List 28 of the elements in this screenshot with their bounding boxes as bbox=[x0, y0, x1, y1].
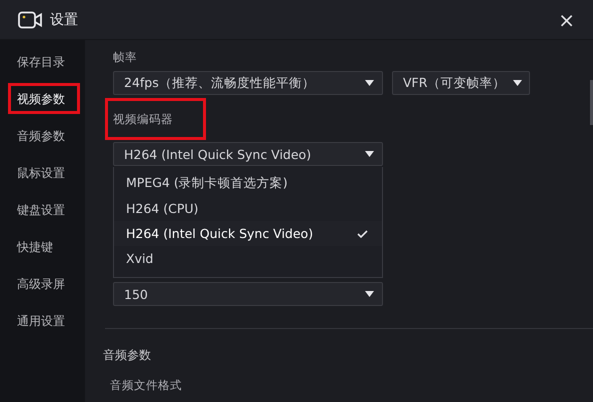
field-label: 音频文件格式 bbox=[110, 378, 183, 393]
sidebar-item[interactable]: 视频参数 bbox=[8, 83, 80, 114]
frame-rate-dropdown[interactable]: 24fps（推荐、流畅度性能平衡） bbox=[113, 71, 383, 95]
sidebar-item[interactable]: 高级录屏 bbox=[8, 268, 80, 299]
scrollbar[interactable] bbox=[590, 80, 593, 125]
check-icon bbox=[357, 230, 368, 238]
sidebar-item[interactable]: 音频参数 bbox=[8, 120, 80, 151]
dropdown-option[interactable]: H264 (CPU) bbox=[114, 196, 382, 221]
field-label: 帧率 bbox=[113, 50, 138, 65]
caret-icon bbox=[365, 151, 374, 157]
bitrate-dropdown[interactable]: 150 bbox=[113, 282, 383, 306]
caret-icon bbox=[365, 291, 374, 297]
sidebar-item[interactable]: 快捷键 bbox=[8, 231, 80, 262]
close-button[interactable]: × bbox=[554, 10, 579, 30]
caret-icon bbox=[365, 80, 374, 86]
section-heading: 音频参数 bbox=[103, 347, 152, 364]
sidebar-item[interactable]: 保存目录 bbox=[8, 46, 80, 77]
caret-icon bbox=[513, 80, 522, 86]
dropdown-option[interactable]: MPEG4 (录制卡顿首选方案) bbox=[114, 171, 382, 196]
frame-mode-dropdown[interactable]: VFR（可变帧率） bbox=[392, 71, 530, 95]
dropdown-option[interactable]: Xvid bbox=[114, 246, 382, 271]
encoder-dropdown[interactable]: H264 (Intel Quick Sync Video) bbox=[113, 142, 383, 166]
field-label: 视频编码器 bbox=[113, 112, 173, 126]
sidebar-item[interactable]: 通用设置 bbox=[8, 305, 80, 336]
video-camera-icon bbox=[18, 10, 42, 28]
window-title: 设置 bbox=[50, 10, 78, 28]
sidebar-item[interactable]: 鼠标设置 bbox=[8, 157, 80, 188]
sidebar-item[interactable]: 键盘设置 bbox=[8, 194, 80, 225]
